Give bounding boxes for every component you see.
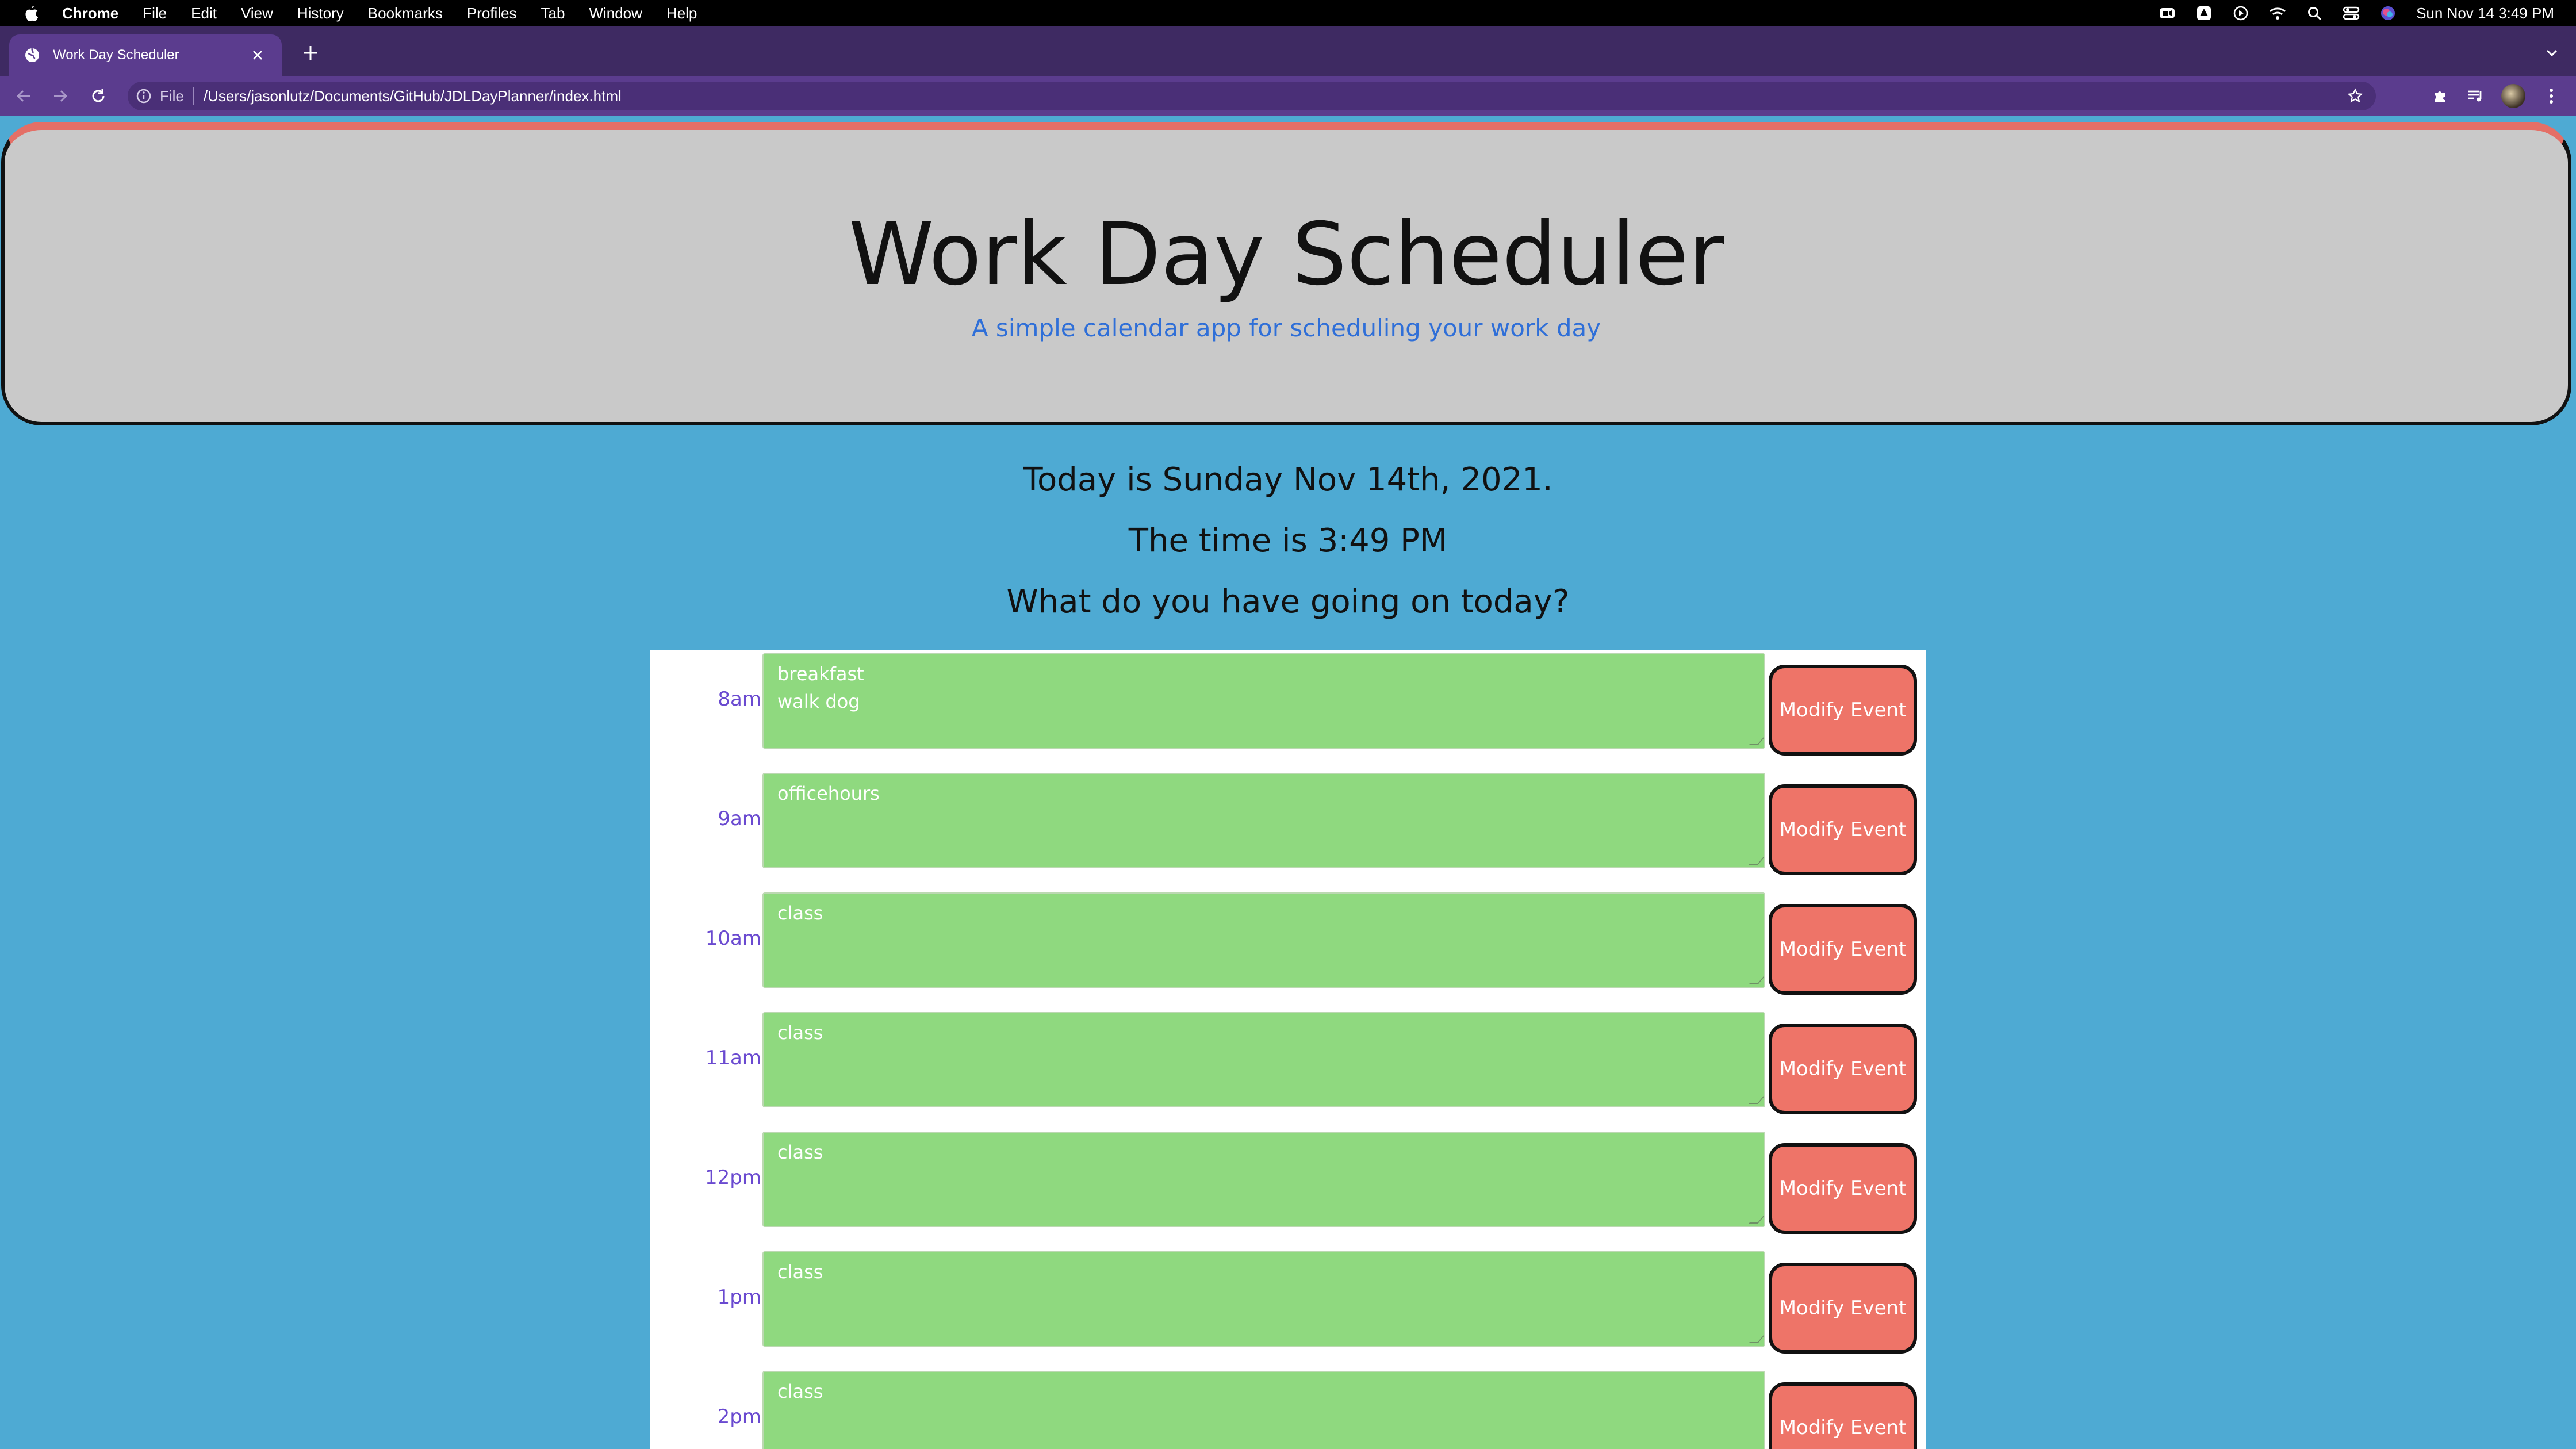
page-title: Work Day Scheduler — [848, 205, 1724, 305]
bookmark-star-icon[interactable] — [2347, 88, 2363, 104]
apple-logo-icon[interactable] — [21, 3, 41, 24]
menu-edit[interactable]: Edit — [191, 5, 217, 22]
zoom-icon[interactable] — [2159, 5, 2176, 22]
new-tab-plus-icon[interactable] — [300, 43, 321, 63]
tab-search-chevron-icon[interactable] — [2544, 45, 2560, 61]
hour-label: 2pm — [717, 1405, 761, 1428]
menu-tab[interactable]: Tab — [541, 5, 565, 22]
page-viewport: Work Day Scheduler A simple calendar app… — [0, 116, 2576, 1449]
globe-favicon-icon — [24, 47, 40, 63]
event-textarea[interactable]: class — [762, 1012, 1765, 1107]
profile-avatar[interactable] — [2501, 84, 2525, 108]
modify-event-button[interactable]: Modify Event — [1769, 1143, 1917, 1234]
drive-icon[interactable] — [2195, 5, 2213, 22]
hour-label: 11am — [705, 1046, 761, 1070]
modify-event-button[interactable]: Modify Event — [1769, 1263, 1917, 1354]
time-block-row: 1pm class Modify Event — [650, 1248, 1926, 1354]
hour-label: 12pm — [705, 1166, 761, 1189]
address-bar[interactable]: File /Users/jasonlutz/Documents/GitHub/J… — [128, 82, 2376, 110]
reload-icon[interactable] — [89, 86, 108, 106]
modify-event-button[interactable]: Modify Event — [1769, 784, 1917, 875]
event-textarea[interactable]: class — [762, 1251, 1765, 1347]
back-arrow-icon[interactable] — [14, 86, 33, 106]
hour-label: 1pm — [717, 1286, 761, 1309]
menu-history[interactable]: History — [297, 5, 344, 22]
time-block-row: 9am officehours Modify Event — [650, 769, 1926, 875]
siri-icon[interactable] — [2379, 5, 2397, 22]
play-circle-icon[interactable] — [2232, 5, 2249, 22]
schedule-container: 8am breakfast walk dog Modify Event 9am … — [650, 650, 1926, 1449]
modify-event-button[interactable]: Modify Event — [1769, 1382, 1917, 1449]
event-textarea[interactable]: breakfast walk dog — [762, 653, 1765, 749]
modify-event-button[interactable]: Modify Event — [1769, 665, 1917, 756]
time-block-row: 2pm class Modify Event — [650, 1367, 1926, 1449]
macos-menu-bar: Chrome File Edit View History Bookmarks … — [0, 0, 2576, 26]
modify-event-button[interactable]: Modify Event — [1769, 904, 1917, 995]
url-separator — [193, 87, 194, 105]
jumbotron-header: Work Day Scheduler A simple calendar app… — [1, 122, 2571, 425]
menu-view[interactable]: View — [241, 5, 273, 22]
time-block-row: 12pm class Modify Event — [650, 1128, 1926, 1234]
url-text[interactable]: /Users/jasonlutz/Documents/GitHub/JDLDay… — [204, 87, 622, 105]
tab-close-icon[interactable] — [250, 47, 266, 63]
menu-file[interactable]: File — [143, 5, 167, 22]
wifi-icon[interactable] — [2269, 5, 2286, 22]
current-time: The time is 3:49 PM — [1128, 522, 1448, 559]
control-center-icon[interactable] — [2343, 5, 2360, 22]
time-block-row: 10am class Modify Event — [650, 889, 1926, 995]
forward-arrow-icon[interactable] — [51, 86, 70, 106]
modify-event-button[interactable]: Modify Event — [1769, 1023, 1917, 1114]
site-info-icon[interactable] — [136, 88, 152, 104]
browser-tab-strip: Work Day Scheduler — [0, 26, 2576, 76]
kebab-menu-icon[interactable] — [2542, 86, 2561, 106]
page-subtitle: A simple calendar app for scheduling you… — [971, 314, 1601, 342]
event-textarea[interactable]: officehours — [762, 773, 1765, 868]
menu-window[interactable]: Window — [589, 5, 642, 22]
menu-profiles[interactable]: Profiles — [467, 5, 517, 22]
hour-label: 8am — [718, 688, 761, 711]
menu-bookmarks[interactable]: Bookmarks — [368, 5, 443, 22]
menu-help[interactable]: Help — [666, 5, 697, 22]
spotlight-search-icon[interactable] — [2306, 5, 2323, 22]
media-queue-icon[interactable] — [2466, 86, 2485, 106]
hour-label: 9am — [718, 807, 761, 830]
event-textarea[interactable]: class — [762, 892, 1765, 988]
extensions-puzzle-icon[interactable] — [2430, 86, 2450, 106]
hour-label: 10am — [705, 927, 761, 950]
menubar-status-area: Sun Nov 14 3:49 PM — [2159, 0, 2554, 26]
browser-tab-active[interactable]: Work Day Scheduler — [9, 34, 282, 76]
menu-app-chrome[interactable]: Chrome — [62, 5, 118, 22]
event-textarea[interactable]: class — [762, 1371, 1765, 1449]
time-block-row: 11am class Modify Event — [650, 1009, 1926, 1114]
prompt-question: What do you have going on today? — [1006, 583, 1570, 620]
tab-title: Work Day Scheduler — [53, 47, 179, 63]
current-date: Today is Sunday Nov 14th, 2021. — [1023, 461, 1553, 499]
menubar-clock[interactable]: Sun Nov 14 3:49 PM — [2416, 5, 2554, 22]
url-scheme-label: File — [160, 87, 184, 105]
event-textarea[interactable]: class — [762, 1132, 1765, 1227]
time-block-row: 8am breakfast walk dog Modify Event — [650, 650, 1926, 756]
browser-toolbar: File /Users/jasonlutz/Documents/GitHub/J… — [0, 76, 2576, 116]
